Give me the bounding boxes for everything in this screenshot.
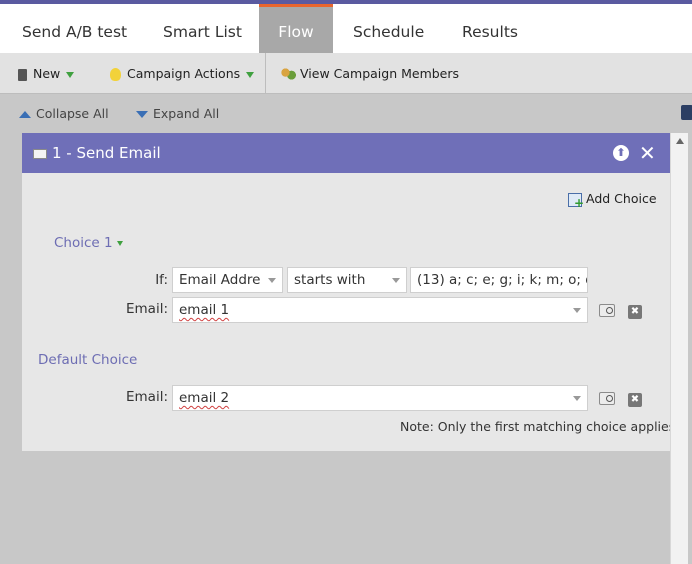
view-campaign-members-label: View Campaign Members — [300, 66, 460, 81]
new-label: New — [33, 66, 61, 81]
chevron-down-icon — [116, 240, 123, 246]
preview-icon[interactable] — [599, 392, 615, 405]
chevron-down-icon — [246, 71, 255, 78]
choice-1-email-label: Email: — [125, 301, 168, 317]
default-email-select[interactable]: email 2 — [172, 385, 588, 411]
expand-all-button[interactable]: Expand All — [136, 105, 219, 123]
add-choice-button[interactable]: Add Choice — [568, 190, 657, 212]
flow-step-title: 1 - Send Email — [52, 144, 161, 162]
add-choice-icon — [568, 192, 584, 212]
if-label: If: — [155, 272, 168, 288]
vertical-scrollbar[interactable] — [670, 133, 688, 564]
chevron-down-icon — [392, 278, 400, 283]
tab-bar: Send A/B test Smart List Flow Schedule R… — [0, 4, 692, 53]
default-email-value: email 2 — [179, 390, 230, 406]
add-choice-label: Add Choice — [586, 191, 657, 206]
toolbar-divider — [265, 53, 266, 94]
campaign-actions-label: Campaign Actions — [127, 66, 241, 81]
campaign-actions-button[interactable]: Campaign Actions — [110, 53, 255, 94]
choice-1-header[interactable]: Choice 1 — [54, 235, 123, 251]
expand-down-icon — [136, 111, 148, 118]
preview-icon[interactable] — [599, 304, 615, 317]
collapse-all-button[interactable]: Collapse All — [19, 105, 109, 123]
attribute-select[interactable]: Email Addre — [172, 267, 283, 293]
tab-results[interactable]: Results — [462, 4, 518, 53]
chevron-down-icon — [573, 308, 581, 313]
expand-all-label: Expand All — [153, 106, 220, 121]
matching-choice-note: Note: Only the first matching choice app… — [400, 419, 676, 434]
people-icon — [281, 68, 296, 81]
save-icon[interactable] — [681, 105, 692, 120]
attribute-value: Email Addre — [179, 272, 261, 288]
operator-select[interactable]: starts with — [287, 267, 407, 293]
move-up-icon[interactable]: ⬆ — [613, 145, 629, 161]
flow-step-panel: 1 - Send Email ⬆ ✕ Add Choice Choice 1 I… — [22, 133, 675, 451]
delete-icon[interactable]: ✖ — [628, 305, 642, 319]
operator-value: starts with — [294, 272, 366, 288]
tab-smart-list[interactable]: Smart List — [163, 4, 242, 53]
default-choice-label: Default Choice — [38, 352, 138, 368]
view-campaign-members-button[interactable]: View Campaign Members — [281, 53, 459, 94]
choice-1-email-value: email 1 — [179, 302, 230, 318]
tab-flow[interactable]: Flow — [259, 4, 333, 53]
flow-step-header: 1 - Send Email ⬆ ✕ — [22, 133, 670, 173]
email-envelope-icon — [33, 149, 47, 159]
new-icon — [18, 68, 27, 81]
scroll-up-arrow-icon[interactable] — [676, 138, 684, 144]
choice-1-email-select[interactable]: email 1 — [172, 297, 588, 323]
close-icon[interactable]: ✕ — [639, 140, 656, 166]
chevron-down-icon — [66, 71, 75, 78]
collapse-up-icon — [19, 111, 31, 118]
condition-value: (13) a; c; e; g; i; k; m; o; q; — [417, 272, 588, 288]
chevron-down-icon — [268, 278, 276, 283]
tab-send-ab-test[interactable]: Send A/B test — [22, 4, 127, 53]
chevron-down-icon — [573, 396, 581, 401]
collapse-all-label: Collapse All — [36, 106, 109, 121]
lightbulb-icon — [110, 68, 121, 81]
toolbar: New Campaign Actions View Campaign Membe… — [0, 53, 692, 94]
choice-1-label: Choice 1 — [54, 235, 113, 251]
delete-icon[interactable]: ✖ — [628, 393, 642, 407]
tab-schedule[interactable]: Schedule — [353, 4, 424, 53]
new-menu-button[interactable]: New — [18, 53, 75, 94]
condition-value-input[interactable]: (13) a; c; e; g; i; k; m; o; q; — [410, 267, 588, 293]
default-email-label: Email: — [125, 389, 168, 405]
